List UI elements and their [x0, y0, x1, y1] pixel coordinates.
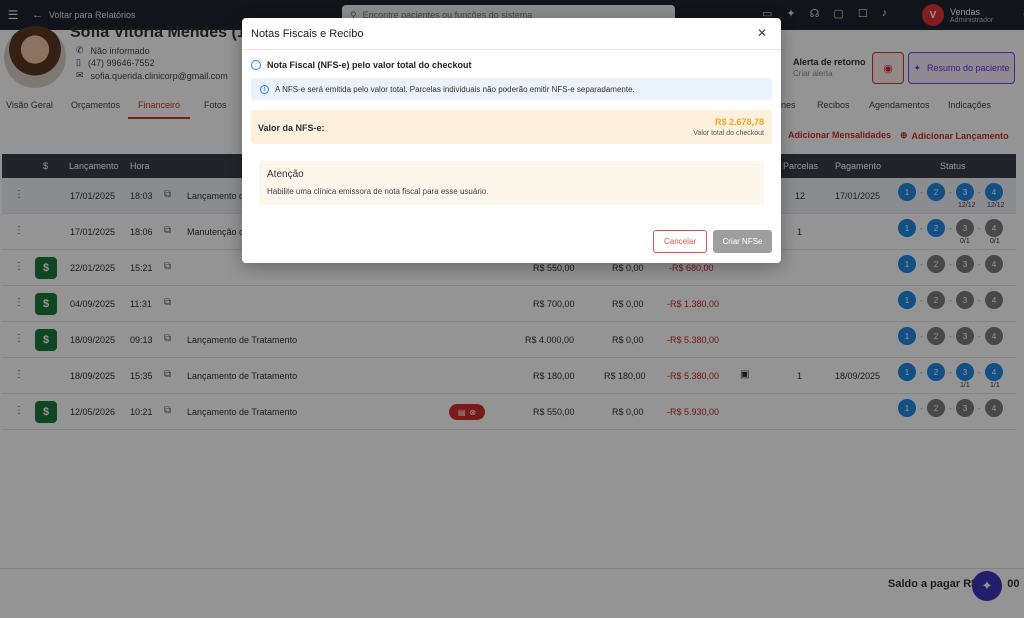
- nfse-value-box: Valor da NFS-e: R$ 2.678,78 Valor total …: [251, 110, 772, 144]
- modal-title: Notas Fiscais e Recibo: [251, 28, 364, 40]
- globe-icon: [251, 60, 261, 70]
- info-banner: i A NFS-e será emitida pelo valor total.…: [251, 78, 772, 100]
- divider: [242, 49, 781, 50]
- attention-text: Habilite uma clínica emissora de nota fi…: [267, 187, 489, 196]
- close-icon[interactable]: ✕: [757, 26, 767, 40]
- nfse-value: R$ 2.678,78: [714, 117, 764, 127]
- attention-box: Atenção Habilite uma clínica emissora de…: [259, 161, 764, 205]
- modal-subtitle-text: Nota Fiscal (NFS-e) pelo valor total do …: [267, 60, 472, 70]
- info-text: A NFS-e será emitida pelo valor total. P…: [275, 84, 635, 94]
- nfse-modal: Notas Fiscais e Recibo ✕ Nota Fiscal (NF…: [242, 18, 781, 263]
- info-icon: i: [260, 84, 269, 94]
- cancel-button[interactable]: Cancelar: [653, 230, 707, 253]
- modal-subtitle: Nota Fiscal (NFS-e) pelo valor total do …: [251, 60, 472, 70]
- create-nfse-button[interactable]: Criar NFSe: [713, 230, 772, 253]
- nfse-label: Valor da NFS-e:: [258, 123, 325, 133]
- nfse-sub: Valor total do checkout: [693, 130, 764, 137]
- attention-title: Atenção: [267, 169, 304, 180]
